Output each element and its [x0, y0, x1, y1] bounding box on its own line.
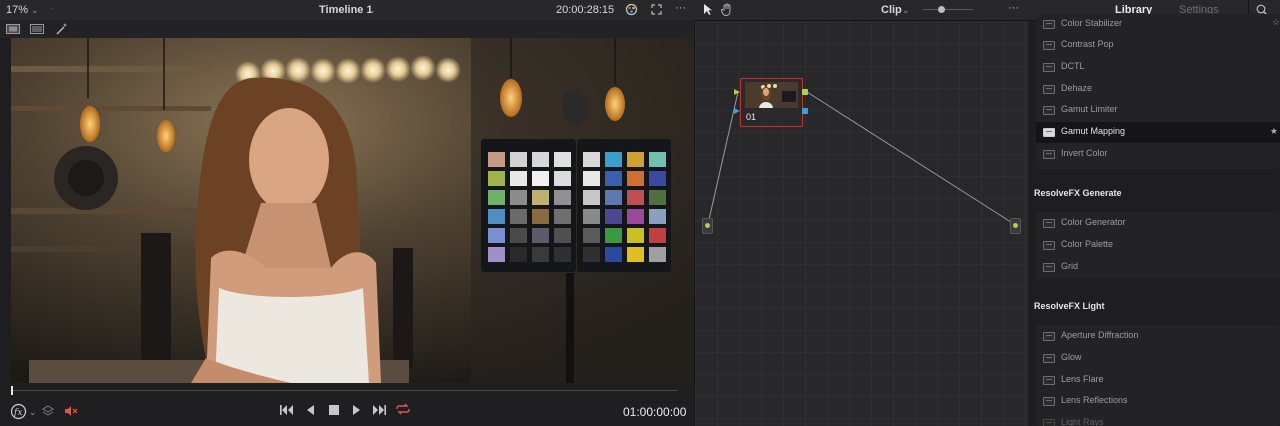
viewer-toolbar: 17% ⌄ · Timeline 1 ⌄ 20:00:28:15 ···: [0, 0, 694, 21]
split-viewer-icon[interactable]: [30, 24, 44, 37]
fx-item[interactable]: Light Rays: [1036, 413, 1280, 426]
ofx-icon: [1043, 106, 1055, 115]
fx-item[interactable]: Dehaze: [1036, 79, 1280, 100]
play-icon[interactable]: [352, 404, 361, 418]
chevron-down-icon[interactable]: ⌄: [29, 407, 37, 418]
ofx-icon: [1043, 20, 1055, 29]
timeline-name[interactable]: Timeline 1: [319, 4, 373, 16]
ofx-icon: [1043, 354, 1055, 363]
timecode-display: 01:00:00:00: [623, 405, 687, 419]
chevron-down-icon[interactable]: ⌄: [368, 5, 376, 16]
ofx-icon: [1043, 219, 1055, 228]
fx-item[interactable]: Glow: [1036, 348, 1280, 369]
scrubber-track[interactable]: [12, 390, 678, 391]
viewer-subtoolbar: [0, 20, 694, 38]
fx-item[interactable]: Lens Reflections: [1036, 391, 1280, 412]
section-title-light[interactable]: ResolveFX Light: [1034, 301, 1105, 311]
fx-item[interactable]: Lens Flare: [1036, 370, 1280, 391]
node-thumbnail: [745, 82, 798, 108]
fx-item[interactable]: Color Stabilizer: [1036, 14, 1280, 35]
fx-item[interactable]: Aperture Diffraction: [1036, 326, 1280, 347]
fullscreen-icon[interactable]: [651, 4, 662, 18]
viewer-more-icon[interactable]: ···: [675, 2, 686, 14]
fx-item[interactable]: Gamut Limiter: [1036, 100, 1280, 121]
ofx-icon: [1043, 85, 1055, 94]
timeline-input-node[interactable]: [702, 218, 713, 234]
magic-wand-icon[interactable]: [55, 22, 69, 38]
loop-icon[interactable]: [396, 403, 410, 418]
fx-item[interactable]: Contrast Pop: [1036, 35, 1280, 56]
output-dot: [1013, 223, 1018, 228]
corrector-node[interactable]: 01: [740, 78, 803, 127]
layers-icon[interactable]: [42, 405, 54, 420]
ofx-icon: [1043, 376, 1055, 385]
node-connections: [707, 91, 1015, 225]
fx-item[interactable]: Grid: [1036, 257, 1280, 278]
node-key-output[interactable]: [802, 108, 808, 114]
fx-item[interactable]: Color Palette: [1036, 235, 1280, 256]
ofx-icon: [1043, 241, 1055, 250]
single-viewer-icon[interactable]: [6, 24, 20, 37]
fx-item[interactable]: Color Generator: [1036, 213, 1280, 234]
color-wheel-icon[interactable]: [625, 3, 638, 19]
timeline-output-node[interactable]: [1010, 218, 1021, 234]
node-rgb-output[interactable]: [802, 89, 808, 95]
ofx-icon: [1043, 63, 1055, 72]
fx-item-selected[interactable]: Gamut Mapping ★: [1036, 122, 1280, 143]
go-to-end-icon[interactable]: [372, 404, 386, 418]
input-dot: [705, 223, 710, 228]
node-label: 01: [746, 112, 757, 122]
mute-icon[interactable]: [64, 405, 78, 420]
ofx-icon: [1043, 128, 1055, 137]
stop-icon[interactable]: [329, 404, 339, 418]
section-title-generate[interactable]: ResolveFX Generate: [1034, 188, 1122, 198]
source-timecode: 20:00:28:15: [556, 4, 615, 16]
ofx-icon: [1043, 332, 1055, 341]
ofx-icon: [1043, 397, 1055, 406]
playhead[interactable]: [11, 386, 13, 395]
go-to-start-icon[interactable]: [280, 404, 294, 418]
step-back-icon[interactable]: [306, 404, 315, 418]
zoom-dropdown[interactable]: 17%: [6, 4, 28, 16]
fx-icon[interactable]: fx: [10, 403, 27, 423]
chevron-down-icon[interactable]: ⌄: [31, 5, 39, 16]
separator-dot: ·: [50, 3, 53, 13]
favorite-star-icon[interactable]: ☆: [1272, 17, 1280, 28]
ofx-icon: [1043, 41, 1055, 50]
video-frame: [11, 38, 694, 383]
ofx-icon: [1043, 150, 1055, 159]
ofx-icon: [1043, 263, 1055, 272]
fx-item[interactable]: Invert Color: [1036, 144, 1280, 165]
favorite-star-icon[interactable]: ★: [1270, 126, 1278, 137]
ofx-icon: [1043, 419, 1055, 426]
svg-text:fx: fx: [13, 408, 22, 418]
fx-item[interactable]: DCTL: [1036, 57, 1280, 78]
